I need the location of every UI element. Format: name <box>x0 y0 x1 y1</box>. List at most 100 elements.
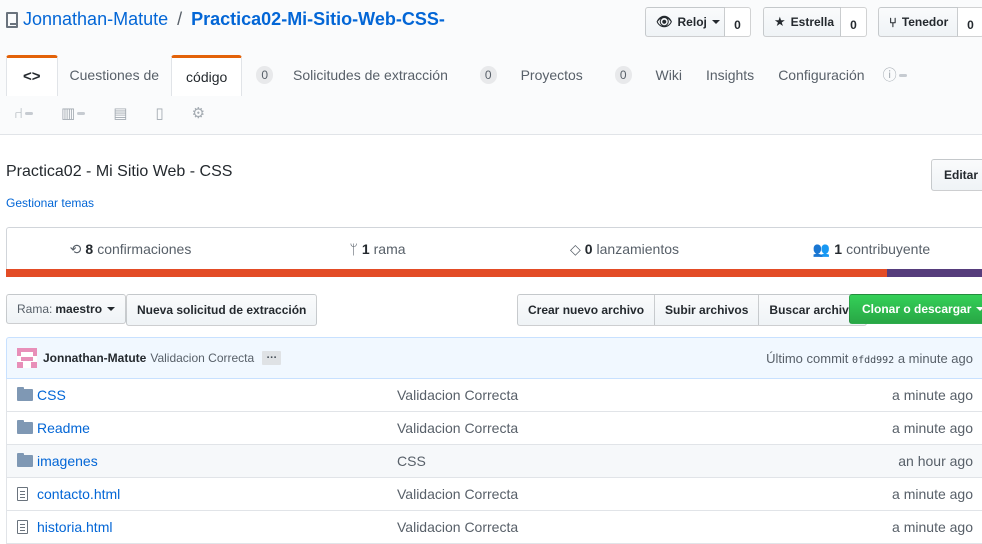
tab-projects[interactable]: Proyectos 0 <box>509 55 644 95</box>
tab-insights-label: Insights <box>705 67 755 83</box>
tab-settings[interactable]: Configuración <box>766 55 876 95</box>
fork-count[interactable]: 0 <box>958 7 982 37</box>
file-age: an hour ago <box>898 453 973 469</box>
repo-owner-link[interactable]: Jonnathan-Matute <box>23 9 168 30</box>
table-row: Readme Validacion Correcta a minute ago <box>6 412 982 445</box>
tab-wiki[interactable]: Wiki <box>644 55 694 95</box>
graph-icon[interactable]: ▯ <box>155 104 163 122</box>
commits-stat[interactable]: ⟲ 8 confirmaciones <box>7 241 254 258</box>
file-commit-message[interactable]: CSS <box>397 453 426 469</box>
file-name-link[interactable]: imagenes <box>37 453 397 469</box>
new-pull-request-button[interactable]: Nueva solicitud de extracción <box>126 294 318 326</box>
fork-icon: ⑂ <box>889 14 897 30</box>
folder-icon <box>17 453 33 467</box>
contributors-count: 1 <box>834 241 843 257</box>
branches-stat[interactable]: ᛘ 1 rama <box>254 241 501 257</box>
secondary-tab-icons: ⑁ ▥ ▤ ▯ ⚙ <box>14 104 205 123</box>
tab-more[interactable]: ⓘ <box>877 55 913 95</box>
file-name-link[interactable]: historia.html <box>37 519 397 535</box>
language-bar-other <box>887 269 982 277</box>
dash-icon <box>898 73 907 77</box>
manage-topics-link[interactable]: Gestionar temas <box>6 196 94 210</box>
file-icon <box>17 487 28 501</box>
language-bar[interactable] <box>6 269 982 277</box>
releases-count: 0 <box>584 241 593 257</box>
watch-count[interactable]: 0 <box>725 7 751 37</box>
branch-select-button[interactable]: Rama: maestro <box>6 294 127 324</box>
star-button[interactable]: ★ Estrella <box>763 7 841 37</box>
repo-description: Practica02 - Mi Sitio Web - CSS <box>6 163 233 180</box>
gear-icon[interactable]: ⚙ <box>192 104 205 122</box>
tab-code[interactable]: <> <box>6 54 58 96</box>
upload-files-button[interactable]: Subir archivos <box>654 294 760 326</box>
tab-wiki-label: Wiki <box>655 67 682 83</box>
commit-expand-button[interactable]: … <box>262 350 282 365</box>
chevron-down-icon <box>107 307 116 311</box>
file-commit-message[interactable]: Validacion Correcta <box>397 387 518 403</box>
file-name-link[interactable]: contacto.html <box>37 486 397 502</box>
file-name-link[interactable]: Readme <box>37 420 397 436</box>
tab-issues[interactable]: Cuestiones de <box>58 55 172 95</box>
latest-commit-bar: Jonnathan-Matute Validacion Correcta … Ú… <box>6 337 982 379</box>
code-icon: <> <box>23 68 41 85</box>
tab-insights[interactable]: Insights <box>694 55 766 95</box>
repo-header: Jonnathan-Matute / Practica02-Mi-Sitio-W… <box>0 0 982 135</box>
file-age: a minute ago <box>892 486 973 502</box>
chevron-down-icon <box>711 20 720 24</box>
repo-summary: ⟲ 8 confirmaciones ᛘ 1 rama ◇ 0 lanzamie… <box>6 227 982 277</box>
star-count[interactable]: 0 <box>841 7 867 37</box>
file-commit-message[interactable]: Validacion Correcta <box>397 519 518 535</box>
file-actions-group: Crear nuevo archivo Subir archivos Busca… <box>517 294 868 326</box>
tag-icon: ◇ <box>569 240 581 257</box>
star-icon: ★ <box>774 14 786 29</box>
avatar[interactable] <box>17 348 37 368</box>
commits-label: confirmaciones <box>97 241 192 257</box>
issues-counter: 0 <box>256 66 273 84</box>
star-label: Estrella <box>790 15 835 29</box>
fork-button[interactable]: ⑂ Tenedor <box>878 7 958 37</box>
info-circle-icon: ⓘ <box>882 67 897 83</box>
last-commit-label: Último commit <box>766 350 849 366</box>
path-separator: / <box>177 9 183 29</box>
branches-count: 1 <box>361 241 370 257</box>
fork-label: Tenedor <box>901 15 949 29</box>
clone-download-button[interactable]: Clonar o descargar <box>849 294 982 324</box>
tab-pull-requests[interactable]: 0 Solicitudes de extracción 0 <box>242 55 508 95</box>
create-file-button[interactable]: Crear nuevo archivo <box>517 294 656 326</box>
history-icon: ⟲ <box>69 240 82 257</box>
repo-name-link[interactable]: Practica02-Mi-Sitio-Web-CSS- <box>191 9 445 30</box>
book-wiki-icon[interactable]: ▤ <box>113 104 127 122</box>
contributors-label: contribuyente <box>846 241 931 257</box>
file-age: a minute ago <box>892 519 973 535</box>
releases-stat[interactable]: ◇ 0 lanzamientos <box>501 241 748 258</box>
commit-sha-link[interactable]: 0fdd992 <box>852 355 894 366</box>
branch-select-label: Rama: <box>17 302 53 316</box>
repo-icon <box>6 11 18 28</box>
commit-age: a minute ago <box>897 350 973 366</box>
chevron-down-icon <box>976 307 982 311</box>
pull-request-icon[interactable]: ⑁ <box>14 105 34 122</box>
last-commit-info: Último commit 0fdd992 a minute ago <box>766 351 973 366</box>
repo-nav-tabs: <> Cuestiones de código 0 Solicitudes de… <box>6 54 913 96</box>
tab-codigo[interactable]: código <box>171 54 243 96</box>
file-age: a minute ago <box>892 387 973 403</box>
branches-label: rama <box>373 241 406 257</box>
commit-message-link[interactable]: Validacion Correcta <box>150 351 254 365</box>
contributors-stat[interactable]: 👥 1 contribuyente <box>748 241 982 258</box>
file-name-link[interactable]: CSS <box>37 387 397 403</box>
file-commit-message[interactable]: Validacion Correcta <box>397 486 518 502</box>
table-row: historia.html Validacion Correcta a minu… <box>6 511 982 544</box>
file-age: a minute ago <box>892 420 973 436</box>
commit-author-link[interactable]: Jonnathan-Matute <box>43 351 146 365</box>
edit-button[interactable]: Editar <box>931 159 982 191</box>
pull-requests-counter: 0 <box>479 66 497 84</box>
watch-button[interactable]: 👁 Reloj <box>645 7 725 37</box>
eye-icon: 👁 <box>656 14 673 29</box>
projects-counter: 0 <box>614 66 632 84</box>
branch-select-value: maestro <box>55 302 103 316</box>
table-row: imagenes CSS an hour ago <box>6 445 982 478</box>
fork-group: ⑂ Tenedor 0 <box>878 7 982 37</box>
watch-label: Reloj <box>677 15 707 29</box>
file-commit-message[interactable]: Validacion Correcta <box>397 420 518 436</box>
project-board-icon[interactable]: ▥ <box>61 104 86 122</box>
